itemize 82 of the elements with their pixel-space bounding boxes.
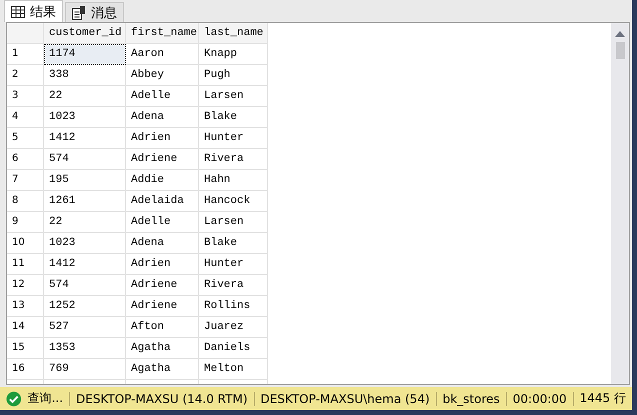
row-number: 1	[7, 44, 44, 65]
result-tab[interactable]: 结果	[4, 0, 63, 22]
row-number: 16	[7, 359, 44, 380]
table-cell[interactable]: 574	[44, 149, 126, 170]
table-cell[interactable]: Adriene	[126, 149, 199, 170]
table-cell[interactable]: Rollins	[199, 296, 268, 317]
table-cell[interactable]: 1261	[44, 191, 126, 212]
row-number: 6	[7, 149, 44, 170]
table-cell[interactable]: Adriene	[126, 296, 199, 317]
table-cell[interactable]: Adriene	[126, 275, 199, 296]
table-cell[interactable]: Blake	[199, 107, 268, 128]
table-cell[interactable]: Pugh	[199, 65, 268, 86]
scroll-up-icon[interactable]	[615, 31, 625, 37]
table-cell[interactable]: Larsen	[199, 212, 268, 233]
row-number: 15	[7, 338, 44, 359]
column-header[interactable]: last_name	[199, 23, 268, 44]
row-number: 3	[7, 86, 44, 107]
table-cell[interactable]: 574	[44, 275, 126, 296]
corner-header[interactable]	[7, 23, 44, 44]
table-cell[interactable]: Melton	[199, 359, 268, 380]
table-cell[interactable]: Knapp	[199, 44, 268, 65]
row-number: 14	[7, 317, 44, 338]
result-tab[interactable]: 消息	[65, 2, 124, 22]
status-field: bk_stores	[442, 392, 500, 406]
status-field: DESKTOP-MAXSU (14.0 RTM)	[76, 392, 248, 406]
table-cell[interactable]: 1412	[44, 254, 126, 275]
row-number: 4	[7, 107, 44, 128]
table-cell[interactable]: Adrien	[126, 128, 199, 149]
table-cell[interactable]: Adelaida	[126, 191, 199, 212]
row-number: 13	[7, 296, 44, 317]
table-cell[interactable]: 22	[44, 212, 126, 233]
table-cell[interactable]: 1252	[44, 296, 126, 317]
row-number: 12	[7, 275, 44, 296]
column-header[interactable]: first_name	[126, 23, 199, 44]
table-cell[interactable]: Adena	[126, 233, 199, 254]
row-number: 10	[7, 233, 44, 254]
table-cell[interactable]: Aaron	[126, 44, 199, 65]
table-cell[interactable]: 1412	[44, 128, 126, 149]
table-cell[interactable]: Daniels	[199, 338, 268, 359]
table-cell[interactable]: 1023	[44, 233, 126, 254]
table-cell[interactable]: 195	[44, 170, 126, 191]
table-cell[interactable]: 527	[44, 317, 126, 338]
table-cell[interactable]: Adelle	[126, 86, 199, 107]
row-number: 5	[7, 128, 44, 149]
table-cell[interactable]: Blake	[199, 233, 268, 254]
check-icon	[6, 390, 22, 406]
status-field: 00:00:00	[512, 392, 567, 406]
table-cell[interactable]: Rivera	[199, 275, 268, 296]
table-cell[interactable]: Hahn	[199, 170, 268, 191]
table-cell[interactable]: Hunter	[199, 128, 268, 149]
row-number: 7	[7, 170, 44, 191]
row-number: 11	[7, 254, 44, 275]
scrollbar[interactable]	[611, 23, 629, 384]
table-cell[interactable]: 1174	[44, 44, 126, 65]
status-field: DESKTOP-MAXSU\hema (54)	[260, 392, 430, 406]
table-cell[interactable]: 1023	[44, 107, 126, 128]
table-cell[interactable]: Afton	[126, 317, 199, 338]
table-cell[interactable]: Agatha	[126, 359, 199, 380]
row-number: 9	[7, 212, 44, 233]
table-cell[interactable]: Hancock	[199, 191, 268, 212]
table-cell[interactable]: Adrien	[126, 254, 199, 275]
table-cell[interactable]: 1353	[44, 338, 126, 359]
grid-icon	[11, 6, 25, 18]
table-cell[interactable]: 769	[44, 359, 126, 380]
row-number: 8	[7, 191, 44, 212]
table-cell[interactable]: Addie	[126, 170, 199, 191]
table-cell[interactable]: Adelle	[126, 212, 199, 233]
table-cell[interactable]: Hunter	[199, 254, 268, 275]
scroll-thumb[interactable]	[616, 42, 624, 59]
table-cell[interactable]: Rivera	[199, 149, 268, 170]
status-text: 查询...	[28, 390, 64, 407]
document-icon	[72, 6, 86, 20]
table-cell[interactable]: 338	[44, 65, 126, 86]
status-field: 1445 行	[580, 390, 626, 407]
table-cell[interactable]: 22	[44, 86, 126, 107]
table-cell[interactable]: Adena	[126, 107, 199, 128]
column-header[interactable]: customer_id	[44, 23, 126, 44]
table-cell[interactable]: Agatha	[126, 338, 199, 359]
table-cell[interactable]: Larsen	[199, 86, 268, 107]
table-cell[interactable]: Abbey	[126, 65, 199, 86]
row-number: 2	[7, 65, 44, 86]
table-cell[interactable]: Juarez	[199, 317, 268, 338]
